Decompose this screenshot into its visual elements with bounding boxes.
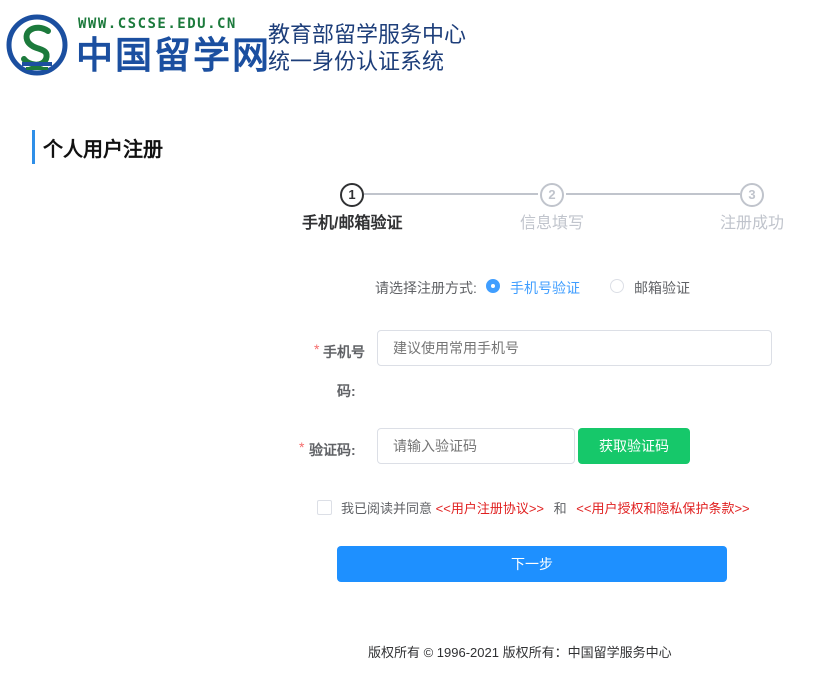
privacy-terms-link[interactable]: <<用户授权和隐私保护条款>> — [576, 501, 749, 516]
step-2-circle: 2 — [540, 183, 564, 207]
user-agreement-link[interactable]: <<用户注册协议>> — [436, 501, 544, 516]
agreement-prefix: 我已阅读并同意 — [341, 501, 433, 516]
code-input[interactable] — [377, 428, 575, 464]
step-3-label: 注册成功 — [720, 215, 785, 232]
agreement-text: 我已阅读并同意 <<用户注册协议>> 和 <<用户授权和隐私保护条款>> — [341, 498, 750, 517]
next-step-button[interactable]: 下一步 — [337, 546, 727, 582]
agreement-checkbox[interactable] — [317, 500, 332, 515]
email-verify-radio[interactable] — [610, 279, 624, 293]
phone-input[interactable] — [377, 330, 772, 366]
get-code-button[interactable]: 获取验证码 — [578, 428, 690, 464]
title-accent-bar — [32, 130, 35, 164]
code-required-mark: * — [299, 439, 305, 455]
logo-url: WWW.CSCSE.EDU.CN — [78, 16, 237, 32]
step-1-circle: 1 — [340, 183, 364, 207]
agreement-connector: 和 — [553, 501, 567, 516]
code-label: 验证码: — [309, 442, 356, 458]
step-connector-2 — [566, 193, 740, 195]
email-verify-label[interactable]: 邮箱验证 — [634, 278, 690, 298]
phone-verify-radio[interactable] — [486, 279, 500, 293]
phone-label-line1: 手机号 — [323, 344, 365, 360]
system-title-line2: 统一身份认证系统 — [268, 49, 445, 74]
logo-name: 中国留学网 — [76, 33, 271, 77]
footer-copyright: 版权所有 © 1996-2021 版权所有：中国留学服务中心 — [368, 645, 672, 660]
phone-required-mark: * — [314, 341, 320, 357]
step-connector-1 — [364, 193, 538, 195]
system-title-line1: 教育部留学服务中心 — [268, 22, 467, 47]
step-1-label: 手机/邮箱验证 — [302, 215, 403, 232]
cscse-logo-emblem — [6, 14, 68, 76]
register-method-prompt: 请选择注册方式: — [375, 280, 477, 296]
page-title: 个人用户注册 — [43, 139, 163, 161]
step-3-circle: 3 — [740, 183, 764, 207]
phone-verify-label[interactable]: 手机号验证 — [510, 278, 580, 298]
step-2-label: 信息填写 — [520, 215, 585, 232]
phone-label-line2: 码: — [337, 383, 356, 399]
